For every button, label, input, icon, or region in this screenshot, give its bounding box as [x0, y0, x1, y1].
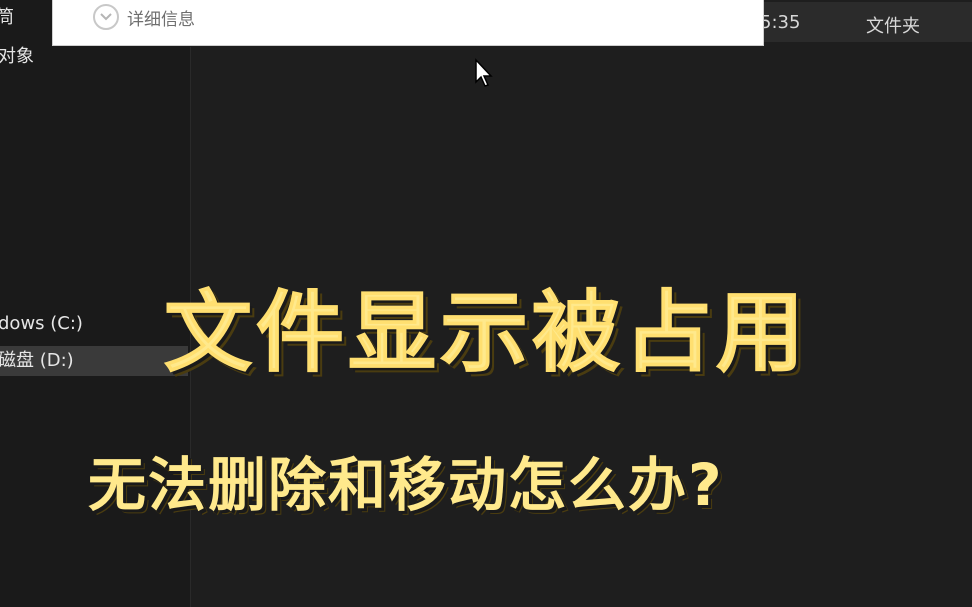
- details-toggle[interactable]: 详细信息: [93, 2, 195, 32]
- subline-text: 无法删除和移动怎么办?: [88, 451, 724, 519]
- sidebar-item-label: 对象: [0, 46, 34, 67]
- cursor-icon: [474, 58, 494, 92]
- file-modified-time: 5:35: [760, 12, 801, 33]
- headline-text: 文件显示被占用: [163, 281, 808, 385]
- sidebar-item-3d-objects[interactable]: 对象: [0, 42, 188, 72]
- context-details-pane: 详细信息: [52, 0, 764, 46]
- details-label: 详细信息: [127, 9, 195, 30]
- chevron-down-icon: [93, 4, 119, 30]
- sidebar-item-label: 筒: [0, 7, 14, 28]
- file-type: 文件夹: [866, 16, 920, 37]
